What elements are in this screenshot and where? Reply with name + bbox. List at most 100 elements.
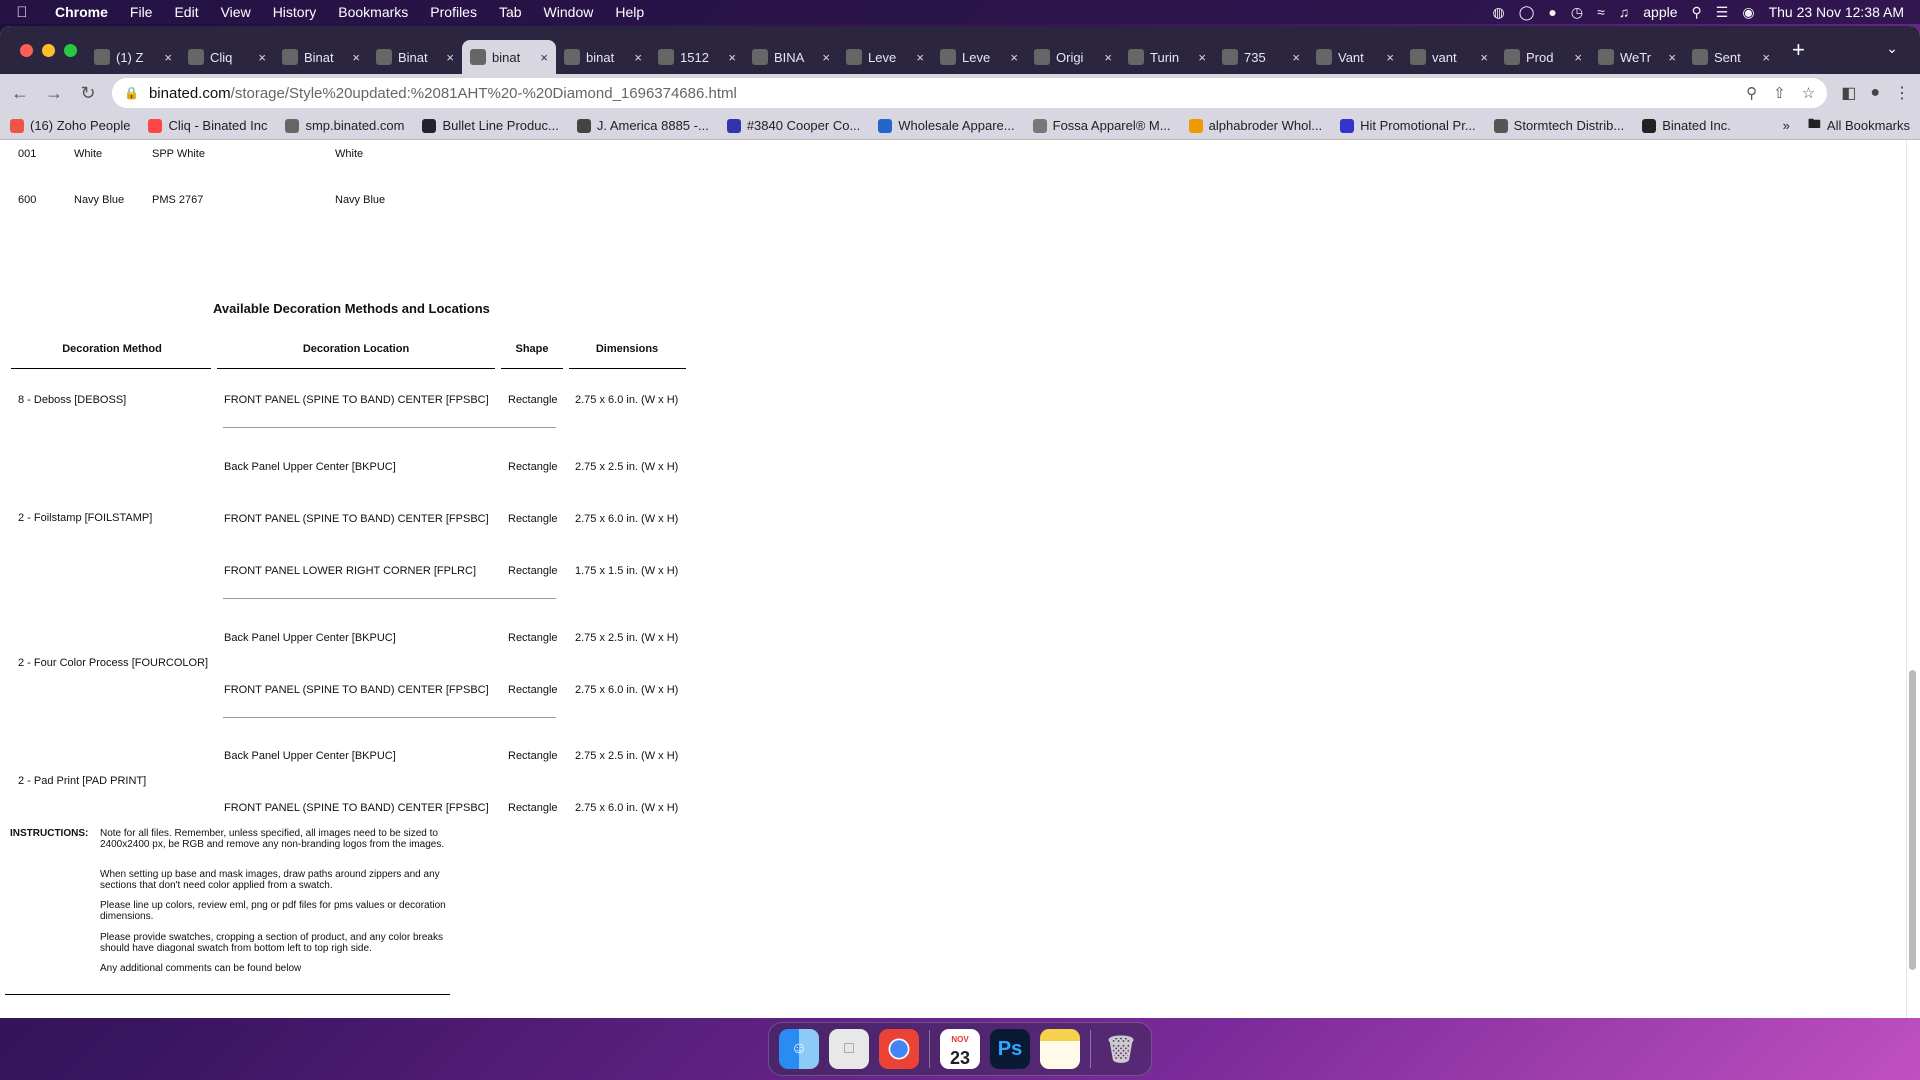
lock-icon[interactable]: 🔒 <box>124 86 139 100</box>
browser-tab[interactable]: 1512 × <box>650 40 744 74</box>
browser-tab[interactable]: Turin × <box>1120 40 1214 74</box>
wifi-icon[interactable]: ≈ <box>1597 4 1605 20</box>
photoshop-icon[interactable]: Ps <box>990 1029 1030 1069</box>
browser-tab[interactable]: Binat × <box>274 40 368 74</box>
close-tab-icon[interactable]: × <box>1574 50 1582 65</box>
browser-tab[interactable]: BINA × <box>744 40 838 74</box>
all-bookmarks-button[interactable]: 🖿 All Bookmarks <box>1808 115 1910 137</box>
menu-profiles[interactable]: Profiles <box>419 4 488 20</box>
siri-icon[interactable]: ◉ <box>1742 4 1754 21</box>
bookmark-item[interactable]: J. America 8885 -... <box>576 118 709 133</box>
browser-tab[interactable]: Cliq × <box>180 40 274 74</box>
browser-tab[interactable]: vant × <box>1402 40 1496 74</box>
address-bar[interactable]: 🔒 binated.com/storage/Style%20updated:%2… <box>112 78 1828 108</box>
bookmarks-overflow-button[interactable]: » <box>1783 118 1790 133</box>
zoom-icon[interactable]: ⚲ <box>1746 84 1757 102</box>
menu-user-name[interactable]: apple <box>1643 4 1677 20</box>
browser-tab[interactable]: binat × <box>462 40 556 74</box>
close-window-button[interactable] <box>20 43 33 57</box>
close-tab-icon[interactable]: × <box>1762 50 1770 65</box>
volume-icon[interactable]: ♫ <box>1619 4 1630 20</box>
spotlight-search-icon[interactable]: ⚲ <box>1692 4 1702 21</box>
browser-tab[interactable]: Sent × <box>1684 40 1778 74</box>
bookmark-item[interactable]: #3840 Cooper Co... <box>726 118 860 133</box>
menu-app-name[interactable]: Chrome <box>44 4 119 20</box>
bookmark-item[interactable]: Bullet Line Produc... <box>422 118 559 133</box>
browser-tab[interactable]: Origi × <box>1026 40 1120 74</box>
bookmark-item[interactable]: smp.binated.com <box>285 118 404 133</box>
globe-icon[interactable]: ◍ <box>1493 4 1505 21</box>
notes-icon[interactable] <box>1040 1029 1080 1069</box>
grammarly-icon[interactable]: ● <box>1548 4 1556 20</box>
menu-help[interactable]: Help <box>604 4 655 20</box>
bookmark-item[interactable]: (16) Zoho People <box>10 118 130 133</box>
bookmark-item[interactable]: Cliq - Binated Inc <box>148 118 267 133</box>
close-tab-icon[interactable]: × <box>352 50 360 65</box>
menu-history[interactable]: History <box>262 4 328 20</box>
menu-window[interactable]: Window <box>533 4 605 20</box>
close-tab-icon[interactable]: × <box>1198 50 1206 65</box>
close-tab-icon[interactable]: × <box>446 50 454 65</box>
menu-bookmarks[interactable]: Bookmarks <box>327 4 419 20</box>
calendar-icon[interactable]: NOV 23 <box>940 1029 980 1069</box>
menu-file[interactable]: File <box>119 4 164 20</box>
menu-edit[interactable]: Edit <box>163 4 209 20</box>
close-tab-icon[interactable]: × <box>540 50 548 65</box>
apple-menu-icon[interactable]:  <box>0 4 44 21</box>
browser-tab[interactable]: Leve × <box>932 40 1026 74</box>
browser-tab[interactable]: (1) Z × <box>86 40 180 74</box>
control-center-icon[interactable]: ☰ <box>1716 4 1729 21</box>
close-tab-icon[interactable]: × <box>1386 50 1394 65</box>
share-icon[interactable]: ⇧ <box>1773 84 1786 102</box>
chrome-icon[interactable] <box>879 1029 919 1069</box>
menu-clock[interactable]: Thu 23 Nov 12:38 AM <box>1769 4 1904 20</box>
close-tab-icon[interactable]: × <box>1668 50 1676 65</box>
bookmark-item[interactable]: Fossa Apparel® M... <box>1032 118 1171 133</box>
close-tab-icon[interactable]: × <box>916 50 924 65</box>
bookmark-item[interactable]: Hit Promotional Pr... <box>1340 118 1476 133</box>
menu-tab[interactable]: Tab <box>488 4 533 20</box>
zoom-window-button[interactable] <box>64 43 77 57</box>
browser-tab[interactable]: 735 × <box>1214 40 1308 74</box>
finder-icon[interactable]: ☺ <box>779 1029 819 1069</box>
minimize-window-button[interactable] <box>42 43 55 57</box>
address-url[interactable]: binated.com/storage/Style%20updated:%208… <box>149 85 737 102</box>
trash-icon[interactable]: 🗑 <box>1101 1029 1141 1069</box>
close-tab-icon[interactable]: × <box>1010 50 1018 65</box>
close-tab-icon[interactable]: × <box>728 50 736 65</box>
browser-tab[interactable]: binat × <box>556 40 650 74</box>
new-tab-button[interactable]: + <box>1792 37 1805 63</box>
close-tab-icon[interactable]: × <box>164 50 172 65</box>
browser-tab[interactable]: Binat × <box>368 40 462 74</box>
browser-tab[interactable]: Leve × <box>838 40 932 74</box>
page-scrollbar[interactable] <box>1909 670 1916 970</box>
close-tab-icon[interactable]: × <box>1480 50 1488 65</box>
profile-avatar-icon[interactable]: ● <box>1870 84 1880 102</box>
close-tab-icon[interactable]: × <box>258 50 266 65</box>
close-tab-icon[interactable]: × <box>1104 50 1112 65</box>
decoration-shape: Rectangle <box>508 802 558 814</box>
close-tab-icon[interactable]: × <box>822 50 830 65</box>
more-menu-icon[interactable]: ⋮ <box>1894 83 1910 103</box>
bookmark-item[interactable]: Binated Inc. <box>1642 118 1731 133</box>
time-machine-icon[interactable]: ◷ <box>1571 4 1583 21</box>
tab-title: binat <box>492 49 521 65</box>
back-arrow-icon[interactable]: ← <box>10 83 30 104</box>
close-tab-icon[interactable]: × <box>1292 50 1300 65</box>
menu-view[interactable]: View <box>210 4 262 20</box>
reload-icon[interactable]: ↻ <box>78 83 98 104</box>
forward-arrow-icon[interactable]: → <box>44 83 64 104</box>
side-panel-icon[interactable]: ◧ <box>1841 83 1856 103</box>
close-tab-icon[interactable]: × <box>634 50 642 65</box>
document-icon[interactable]: □ <box>829 1029 869 1069</box>
bookmark-item[interactable]: Stormtech Distrib... <box>1493 118 1624 133</box>
browser-tab[interactable]: WeTr × <box>1590 40 1684 74</box>
tab-search-chevron-icon[interactable]: ⌄ <box>1886 40 1898 57</box>
browser-tab[interactable]: Prod × <box>1496 40 1590 74</box>
bookmark-item[interactable]: Wholesale Appare... <box>878 118 1015 133</box>
bookmark-star-icon[interactable]: ☆ <box>1802 84 1815 102</box>
browser-tab[interactable]: Vant × <box>1308 40 1402 74</box>
group-separator <box>223 427 556 428</box>
creative-cloud-icon[interactable]: ◯ <box>1519 4 1535 21</box>
bookmark-item[interactable]: alphabroder Whol... <box>1188 118 1322 133</box>
